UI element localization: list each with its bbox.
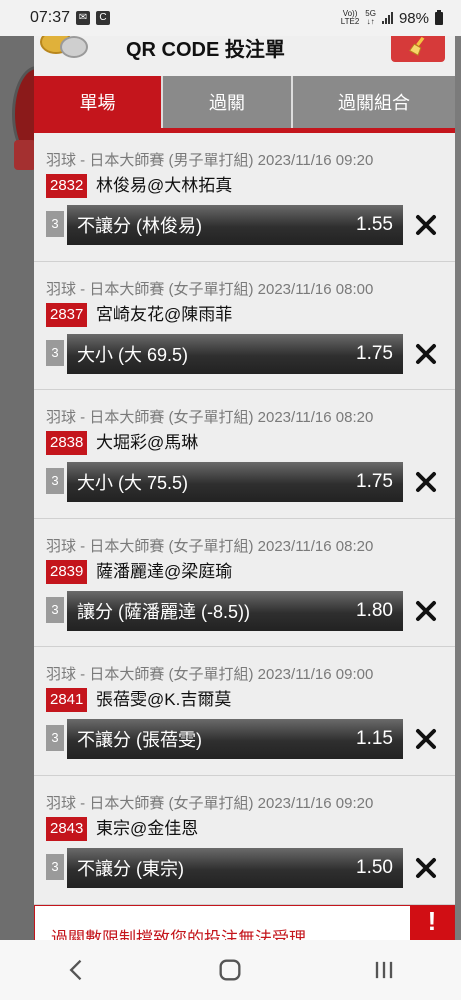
bet-odds: 1.75 — [356, 471, 393, 493]
battery-percent: 98% — [398, 9, 429, 27]
bet-code-badge: 2839 — [46, 559, 88, 584]
bet-selection-bar[interactable]: 不讓分 (林俊易) 1.55 — [67, 205, 403, 245]
bet-code-badge: 2832 — [46, 174, 88, 198]
close-icon[interactable] — [414, 342, 438, 366]
bet-meta: 羽球 - 日本大師賽 (男子單打組) 2023/11/16 09:20 — [46, 152, 374, 169]
bet-number-badge: 3 — [46, 211, 64, 237]
close-icon[interactable] — [414, 727, 438, 751]
home-icon[interactable] — [216, 956, 244, 984]
status-time: 07:37 — [30, 9, 71, 26]
bet-number-badge: 3 — [46, 468, 64, 495]
warning-text: 過關數限制擋致您的投注無法受理 — [51, 929, 306, 940]
bet-selection: 大小 (大 75.5) — [77, 473, 189, 494]
bet-teams: 宮崎友花@陳雨菲 — [96, 304, 233, 324]
close-icon[interactable] — [414, 599, 438, 623]
bet-selection: 不讓分 (張蓓雯) — [77, 730, 202, 751]
volte-indicator: Vo)) LTE2 — [340, 9, 360, 26]
warning-banner: 過關數限制擋致您的投注無法受理 ! — [34, 905, 455, 940]
bet-meta: 羽球 - 日本大師賽 (女子單打組) 2023/11/16 08:20 — [46, 409, 374, 427]
coins-icon — [40, 36, 88, 64]
bet-selection-bar[interactable]: 不讓分 (張蓓雯) 1.15 — [67, 719, 403, 760]
bet-list: 羽球 - 日本大師賽 (男子單打組) 2023/11/16 09:20 2832… — [34, 133, 455, 905]
clear-betslip-button[interactable] — [391, 36, 445, 62]
bet-item: 羽球 - 日本大師賽 (女子單打組) 2023/11/16 09:00 2841… — [34, 647, 455, 776]
signal-icon — [381, 12, 393, 24]
bet-selection: 不讓分 (東宗) — [77, 858, 184, 879]
bet-type-tabs: 單場 過關 過關組合 — [34, 76, 455, 128]
modal-title: QR CODE 投注單 — [126, 39, 285, 61]
bet-code-badge: 2841 — [46, 688, 88, 713]
bet-teams: 東宗@金佳恩 — [96, 818, 199, 838]
bet-selection: 不讓分 (林俊易) — [77, 216, 202, 236]
bet-odds: 1.80 — [356, 599, 393, 621]
bet-code-badge: 2837 — [46, 302, 88, 327]
5g-indicator: 5G ↓↑ — [365, 9, 376, 26]
qr-betslip-modal: QR CODE 投注單 單場 過關 過關組合 羽球 - 日本大師賽 (男子單打組… — [34, 36, 455, 940]
background-sidebar — [0, 36, 34, 940]
bet-teams: 林俊易@大林拓真 — [96, 176, 233, 195]
bet-code-badge: 2843 — [46, 816, 88, 841]
bet-meta: 羽球 - 日本大師賽 (女子單打組) 2023/11/16 09:00 — [46, 666, 374, 684]
messenger-notification-icon: ✉ — [76, 11, 91, 25]
system-nav-bar — [0, 940, 461, 1000]
bet-teams: 薩潘麗達@梁庭瑜 — [96, 561, 233, 581]
bet-meta: 羽球 - 日本大師賽 (女子單打組) 2023/11/16 08:20 — [46, 537, 374, 555]
bet-meta: 羽球 - 日本大師賽 (女子單打組) 2023/11/16 09:20 — [46, 794, 374, 812]
bet-odds: 1.55 — [356, 214, 393, 235]
background-button — [14, 140, 36, 170]
app-notification-icon: C — [96, 11, 111, 25]
bet-odds: 1.50 — [356, 856, 393, 878]
tab-parlay-combo[interactable]: 過關組合 — [291, 76, 455, 128]
bet-number-badge: 3 — [46, 339, 64, 366]
bet-teams: 張蓓雯@K.吉爾莫 — [96, 690, 232, 710]
recents-icon[interactable] — [370, 956, 398, 984]
bet-selection-bar[interactable]: 大小 (大 75.5) 1.75 — [67, 462, 403, 503]
tab-parlay[interactable]: 過關 — [161, 76, 291, 128]
bet-item: 羽球 - 日本大師賽 (女子單打組) 2023/11/16 08:00 2837… — [34, 261, 455, 391]
warning-icon: ! — [410, 906, 454, 940]
bet-selection-bar[interactable]: 大小 (大 69.5) 1.75 — [67, 333, 403, 374]
bet-number-badge: 3 — [46, 725, 64, 752]
bet-selection: 大小 (大 69.5) — [77, 344, 189, 365]
bet-item: 羽球 - 日本大師賽 (女子單打組) 2023/11/16 08:20 2838… — [34, 390, 455, 519]
modal-header: QR CODE 投注單 — [34, 36, 455, 76]
close-icon[interactable] — [414, 856, 438, 880]
bet-odds: 1.75 — [356, 342, 393, 364]
tab-single[interactable]: 單場 — [34, 76, 161, 128]
broom-icon — [409, 36, 425, 56]
back-icon[interactable] — [63, 956, 91, 984]
bet-code-badge: 2838 — [46, 431, 88, 456]
bet-selection-bar[interactable]: 讓分 (薩潘麗達 (-8.5)) 1.80 — [67, 590, 403, 631]
bet-item: 羽球 - 日本大師賽 (女子單打組) 2023/11/16 09:20 2843… — [34, 775, 455, 905]
status-bar: 07:37 ✉ C Vo)) LTE2 5G ↓↑ 98% — [0, 0, 461, 36]
bet-selection: 讓分 (薩潘麗達 (-8.5)) — [77, 601, 250, 622]
bet-meta: 羽球 - 日本大師賽 (女子單打組) 2023/11/16 08:00 — [46, 280, 374, 298]
bet-selection-bar[interactable]: 不讓分 (東宗) 1.50 — [67, 847, 403, 888]
close-icon[interactable] — [414, 213, 438, 237]
bet-item: 羽球 - 日本大師賽 (女子單打組) 2023/11/16 08:20 2839… — [34, 518, 455, 648]
bet-item: 羽球 - 日本大師賽 (男子單打組) 2023/11/16 09:20 2832… — [34, 133, 455, 262]
bet-number-badge: 3 — [46, 853, 64, 880]
close-icon[interactable] — [414, 470, 438, 494]
battery-icon — [435, 9, 443, 25]
bet-number-badge: 3 — [46, 596, 64, 623]
bet-teams: 大堀彩@馬琳 — [96, 433, 199, 453]
bet-odds: 1.15 — [356, 728, 393, 750]
